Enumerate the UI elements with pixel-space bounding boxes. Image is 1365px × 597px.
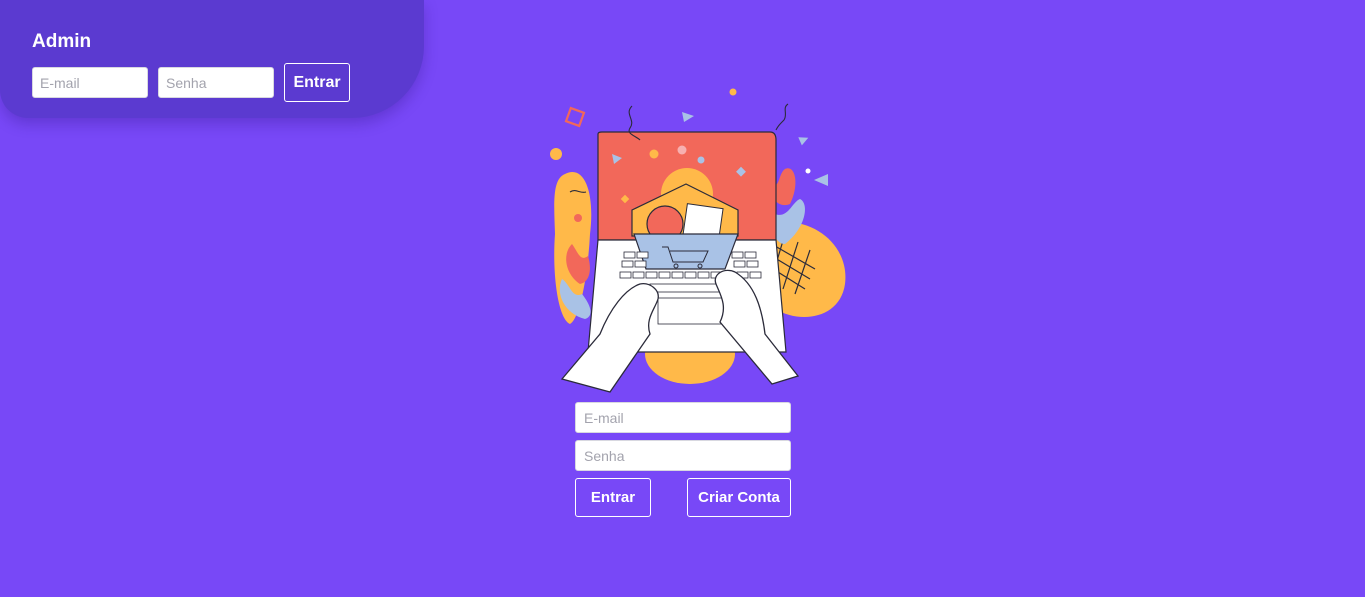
admin-login-button[interactable]: Entrar [284, 63, 350, 102]
admin-email-input[interactable] [32, 67, 148, 98]
email-input[interactable] [575, 402, 791, 433]
login-button[interactable]: Entrar [575, 478, 651, 517]
laptop-shopping-illustration [550, 88, 846, 393]
admin-login-panel: Admin Entrar [0, 0, 424, 118]
login-page: Admin Entrar [0, 0, 1365, 597]
password-input[interactable] [575, 440, 791, 471]
admin-password-input[interactable] [158, 67, 274, 98]
admin-title: Admin [32, 31, 92, 52]
touchpad [657, 297, 729, 325]
create-account-button[interactable]: Criar Conta [687, 478, 791, 517]
